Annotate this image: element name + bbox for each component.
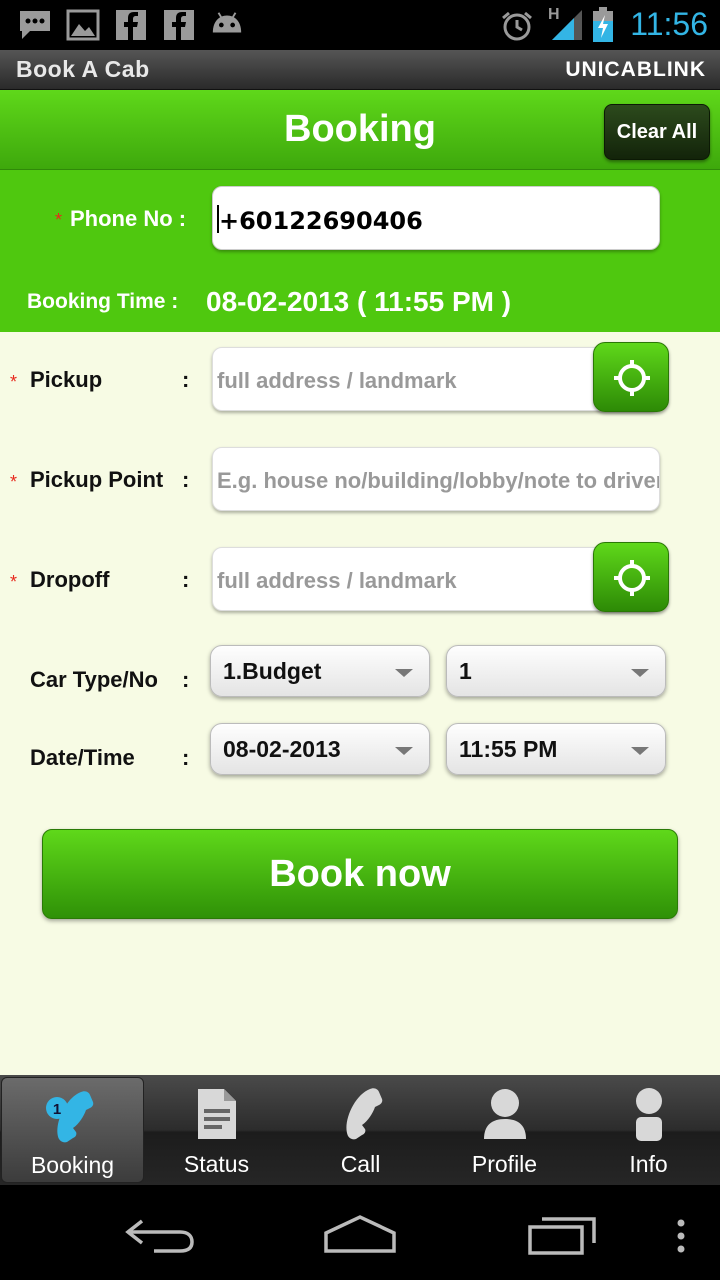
- clear-all-button[interactable]: Clear All: [604, 104, 710, 160]
- alarm-icon: [502, 11, 532, 41]
- app-title-bar: Book A Cab UNICABLINK: [0, 50, 720, 90]
- brand-logo: UNICABLINK: [565, 58, 706, 81]
- time-select[interactable]: 11:55 PM: [446, 723, 666, 775]
- tab-booking[interactable]: 1 Booking: [1, 1077, 144, 1183]
- colon: :: [182, 367, 190, 392]
- booking-time-value: 08-02-2013 ( 11:55 PM ): [206, 286, 512, 317]
- home-icon[interactable]: [322, 1213, 398, 1255]
- pickup-point-placeholder: E.g. house no/building/lobby/note to dri…: [217, 468, 660, 493]
- overflow-menu-icon[interactable]: [675, 1219, 687, 1253]
- pickup-point-label: Pickup Point: [30, 467, 164, 492]
- booking-phone-icon: 1: [45, 1091, 93, 1143]
- dropoff-placeholder: full address / landmark: [217, 568, 457, 593]
- date-select[interactable]: 08-02-2013: [210, 723, 430, 775]
- required-mark: *: [10, 572, 18, 592]
- tab-label: Info: [629, 1151, 668, 1177]
- battery-charging-icon: [593, 7, 613, 42]
- phone-label: Phone No :: [70, 206, 187, 231]
- car-count-value: 1: [459, 658, 472, 684]
- document-icon: [197, 1089, 236, 1139]
- back-icon[interactable]: [124, 1215, 196, 1255]
- booking-time-label: Booking Time :: [27, 290, 179, 313]
- date-value: 08-02-2013: [223, 736, 341, 762]
- chat-icon: [20, 11, 50, 39]
- android-icon: [212, 12, 242, 33]
- system-nav-bar: [0, 1185, 720, 1280]
- car-type-label: Car Type/No: [30, 667, 158, 692]
- pickup-label: Pickup: [30, 367, 103, 392]
- dropoff-label: Dropoff: [30, 567, 110, 592]
- tab-info[interactable]: Info: [577, 1077, 720, 1183]
- recent-apps-icon[interactable]: [526, 1215, 598, 1255]
- time-value: 11:55 PM: [459, 736, 558, 762]
- car-type-value: 1.Budget: [223, 658, 322, 684]
- colon: :: [182, 745, 190, 770]
- required-mark: *: [10, 372, 18, 392]
- tab-label: Booking: [30, 1152, 115, 1178]
- tab-label: Call: [340, 1151, 381, 1177]
- tab-status[interactable]: Status: [145, 1077, 288, 1183]
- person-icon: [483, 1089, 526, 1139]
- chevron-down-icon: [631, 747, 649, 755]
- tab-profile[interactable]: Profile: [433, 1077, 576, 1183]
- colon: :: [182, 567, 190, 592]
- required-mark: *: [10, 472, 18, 492]
- pickup-locate-button[interactable]: [593, 342, 669, 412]
- app-title: Book A Cab: [16, 56, 150, 82]
- chevron-down-icon: [395, 747, 413, 755]
- booking-header: Booking Clear All: [0, 90, 720, 170]
- status-bar: H 11:56: [0, 0, 720, 50]
- datetime-label: Date/Time: [30, 745, 135, 770]
- phone-icon: [345, 1088, 382, 1140]
- crosshair-icon: [614, 560, 650, 596]
- signal-icon: [552, 10, 582, 40]
- tab-label: Profile: [471, 1151, 538, 1177]
- phone-input[interactable]: +60122690406: [212, 186, 660, 250]
- colon: :: [182, 467, 190, 492]
- tab-call[interactable]: Call: [289, 1077, 432, 1183]
- tab-label: Status: [183, 1151, 250, 1177]
- svg-text:1: 1: [52, 1101, 60, 1118]
- required-mark: *: [55, 210, 63, 230]
- crosshair-icon: [614, 360, 650, 396]
- pickup-placeholder: full address / landmark: [217, 368, 457, 393]
- colon: :: [182, 667, 190, 692]
- clock: 11:56: [630, 6, 708, 42]
- facebook-icon: [164, 10, 194, 40]
- car-count-select[interactable]: 1: [446, 645, 666, 697]
- pickup-point-input[interactable]: E.g. house no/building/lobby/note to dri…: [212, 447, 660, 511]
- chevron-down-icon: [395, 669, 413, 677]
- facebook-icon: [116, 10, 146, 40]
- info-person-icon: [635, 1088, 662, 1141]
- booking-form: [0, 332, 720, 1075]
- bottom-tab-bar: 1 Booking Status Call Profile Info: [0, 1075, 720, 1185]
- dropoff-locate-button[interactable]: [593, 542, 669, 612]
- car-type-select[interactable]: 1.Budget: [210, 645, 430, 697]
- chevron-down-icon: [631, 669, 649, 677]
- book-now-button[interactable]: Book now: [42, 829, 678, 919]
- image-icon: [66, 9, 100, 41]
